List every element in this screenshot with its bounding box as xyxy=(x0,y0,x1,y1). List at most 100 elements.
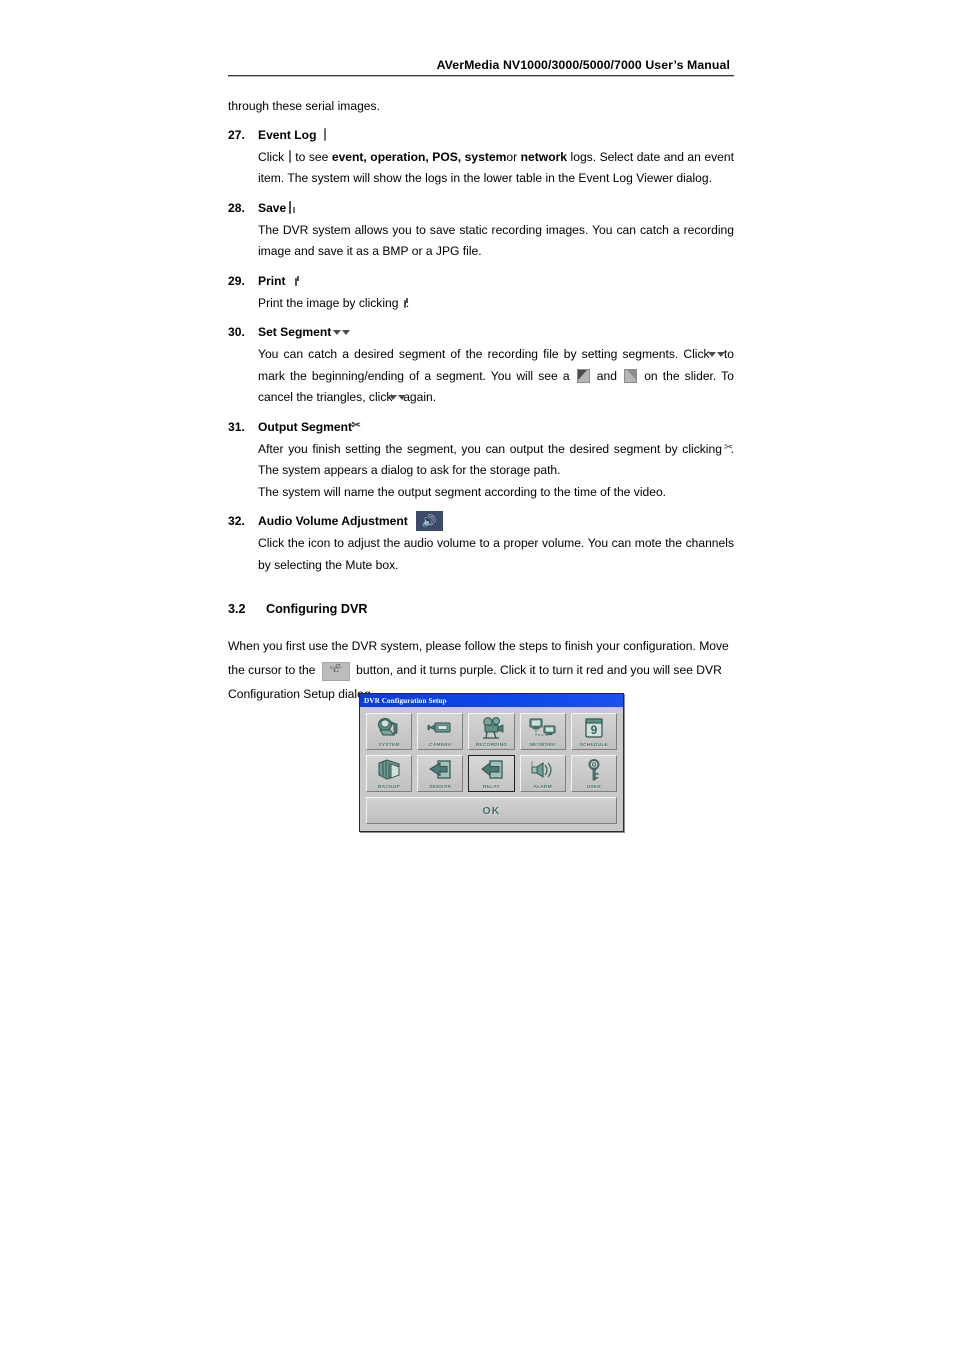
list-item-output-segment: 31. Output Segment ✂ After you finish se… xyxy=(228,416,734,504)
config-label: SYSTEM xyxy=(378,743,400,748)
config-button-camera[interactable]: CAMERA xyxy=(417,713,464,750)
save-icon[interactable] xyxy=(288,197,295,219)
setup-icon-label: SETUP xyxy=(329,665,342,670)
item-body: Print the image by clicking . xyxy=(258,293,734,315)
svg-text:!: ! xyxy=(531,762,533,768)
bold-log-types: event, operation, POS, system xyxy=(331,149,507,164)
item-title: Set Segment xyxy=(258,325,332,340)
config-label: NETWORK xyxy=(529,743,556,748)
item-number: 28. xyxy=(228,200,245,215)
config-label: ALARM xyxy=(533,785,552,790)
computer-icon xyxy=(367,716,411,739)
config-button-recording[interactable]: RECORDING xyxy=(468,713,515,750)
item-body: Click to see event, operation, POS, syst… xyxy=(258,147,734,190)
audio-volume-icon[interactable]: 🔊 xyxy=(415,511,443,532)
item-heading: 27. Event Log xyxy=(228,124,734,146)
bold-network: network xyxy=(520,149,568,164)
list-item-set-segment: 30. Set Segment You can catch a desired … xyxy=(228,321,734,409)
text-or: or xyxy=(506,149,518,164)
text-click: Click xyxy=(258,149,285,164)
siren-icon: ! xyxy=(521,758,565,781)
dialog-icon-row-1: SYSTEM CAMERA RECORDING NETWORK 9 SCHEDU… xyxy=(366,713,618,750)
config-button-alarm[interactable]: ! ALARM xyxy=(519,755,566,792)
item-body: The DVR system allows you to save static… xyxy=(258,222,734,259)
item-title: Output Segment xyxy=(258,419,353,434)
config-label: RELAY xyxy=(482,785,501,790)
print-icon-inline[interactable] xyxy=(402,293,408,315)
item-number: 30. xyxy=(228,325,245,340)
output-segment-icon[interactable]: ✂ xyxy=(351,416,360,438)
text-to-see: to see xyxy=(295,149,329,164)
page-content: through these serial images. 27. Event L… xyxy=(228,96,734,706)
movie-camera-icon xyxy=(469,716,513,739)
config-label: CAMERA xyxy=(429,743,452,748)
text-segment-3: and xyxy=(596,368,617,383)
setup-button-icon[interactable]: ℰ SETUP xyxy=(321,661,350,681)
set-segment-icon-inline-1[interactable] xyxy=(708,344,726,366)
item-body-2: The system will name the output segment … xyxy=(258,484,667,499)
item-body: You can catch a desired segment of the r… xyxy=(258,344,734,409)
dialog-title-text: DVR Configuration Setup xyxy=(364,696,447,705)
item-body: After you finish setting the segment, yo… xyxy=(258,439,734,482)
item-heading: 32. Audio Volume Adjustment 🔊 xyxy=(228,510,734,532)
ok-button[interactable]: OK xyxy=(366,797,617,824)
list-item-print: 29. Print Print the image by clicking . xyxy=(228,270,734,315)
arrow-out-icon xyxy=(469,758,513,781)
print-icon[interactable] xyxy=(293,270,299,292)
config-button-backup[interactable]: BACKUP xyxy=(366,755,413,792)
item-heading: 28. Save xyxy=(228,197,734,219)
calendar-icon: 9 xyxy=(572,716,616,739)
config-label: SCHEDULE xyxy=(579,743,609,748)
item-title: Audio Volume Adjustment xyxy=(258,514,408,529)
intro-line: through these serial images. xyxy=(228,99,380,113)
config-button-user[interactable]: USER xyxy=(570,755,618,792)
section-title: Configuring DVR xyxy=(266,602,368,617)
list-item-event-log: 27. Event Log Click to see event, operat… xyxy=(228,124,734,190)
config-label: USER xyxy=(586,785,602,790)
config-button-schedule[interactable]: 9 SCHEDULE xyxy=(570,713,618,750)
key-icon xyxy=(572,758,616,781)
network-icon xyxy=(521,716,565,739)
page-header: AVerMedia NV1000/3000/5000/7000 User’s M… xyxy=(228,58,734,77)
item-number: 29. xyxy=(228,273,245,288)
dialog-icon-row-2: BACKUP SENSOR RELAY ! ALARM USER xyxy=(366,755,618,792)
event-log-icon-inline[interactable] xyxy=(288,147,292,169)
text-segment-1: You can catch a desired segment of the r… xyxy=(258,347,710,362)
dvr-configuration-setup-dialog: DVR Configuration Setup SYSTEM CAMERA RE… xyxy=(359,693,624,832)
text-segment-5: again. xyxy=(403,390,437,405)
item-number: 27. xyxy=(228,127,245,142)
config-button-network[interactable]: NETWORK xyxy=(519,713,566,750)
config-label: BACKUP xyxy=(378,785,401,790)
segment-end-marker-icon xyxy=(624,369,638,384)
item-title: Event Log xyxy=(258,127,317,142)
config-button-system[interactable]: SYSTEM xyxy=(366,713,413,750)
text-print: Print the image by clicking xyxy=(258,295,399,310)
section-number: 3.2 xyxy=(228,602,246,617)
text-output-1: After you finish setting the segment, yo… xyxy=(258,441,722,456)
item-number: 31. xyxy=(228,419,245,434)
config-button-relay[interactable]: RELAY xyxy=(468,755,515,792)
segment-start-marker-icon xyxy=(576,369,590,384)
speaker-icon: 🔊 xyxy=(421,514,437,529)
manual-title: AVerMedia NV1000/3000/5000/7000 User’s M… xyxy=(436,58,730,72)
output-segment-icon-inline[interactable]: ✂ xyxy=(724,439,733,461)
set-segment-icon[interactable] xyxy=(332,321,350,343)
list-item-audio-volume: 32. Audio Volume Adjustment 🔊 Click the … xyxy=(228,510,734,576)
item-title: Save xyxy=(258,200,287,215)
list-item-save: 28. Save The DVR system allows you to sa… xyxy=(228,197,734,263)
dialog-body: SYSTEM CAMERA RECORDING NETWORK 9 SCHEDU… xyxy=(360,707,623,831)
config-label: SENSOR xyxy=(429,785,452,790)
arrow-in-icon xyxy=(418,758,462,781)
camera-icon xyxy=(418,716,462,739)
item-title: Print xyxy=(258,273,286,288)
event-log-icon[interactable] xyxy=(323,124,327,146)
set-segment-icon-inline-2[interactable] xyxy=(389,387,407,409)
svg-text:9: 9 xyxy=(591,723,598,737)
config-label: RECORDING xyxy=(475,743,508,748)
item-number: 32. xyxy=(228,514,245,529)
config-button-sensor[interactable]: SENSOR xyxy=(417,755,464,792)
backup-disks-icon xyxy=(367,758,411,781)
section-heading-configuring-dvr: 3.2 Configuring DVR xyxy=(228,602,734,616)
item-body: Click the icon to adjust the audio volum… xyxy=(258,536,734,572)
header-divider xyxy=(228,75,734,77)
